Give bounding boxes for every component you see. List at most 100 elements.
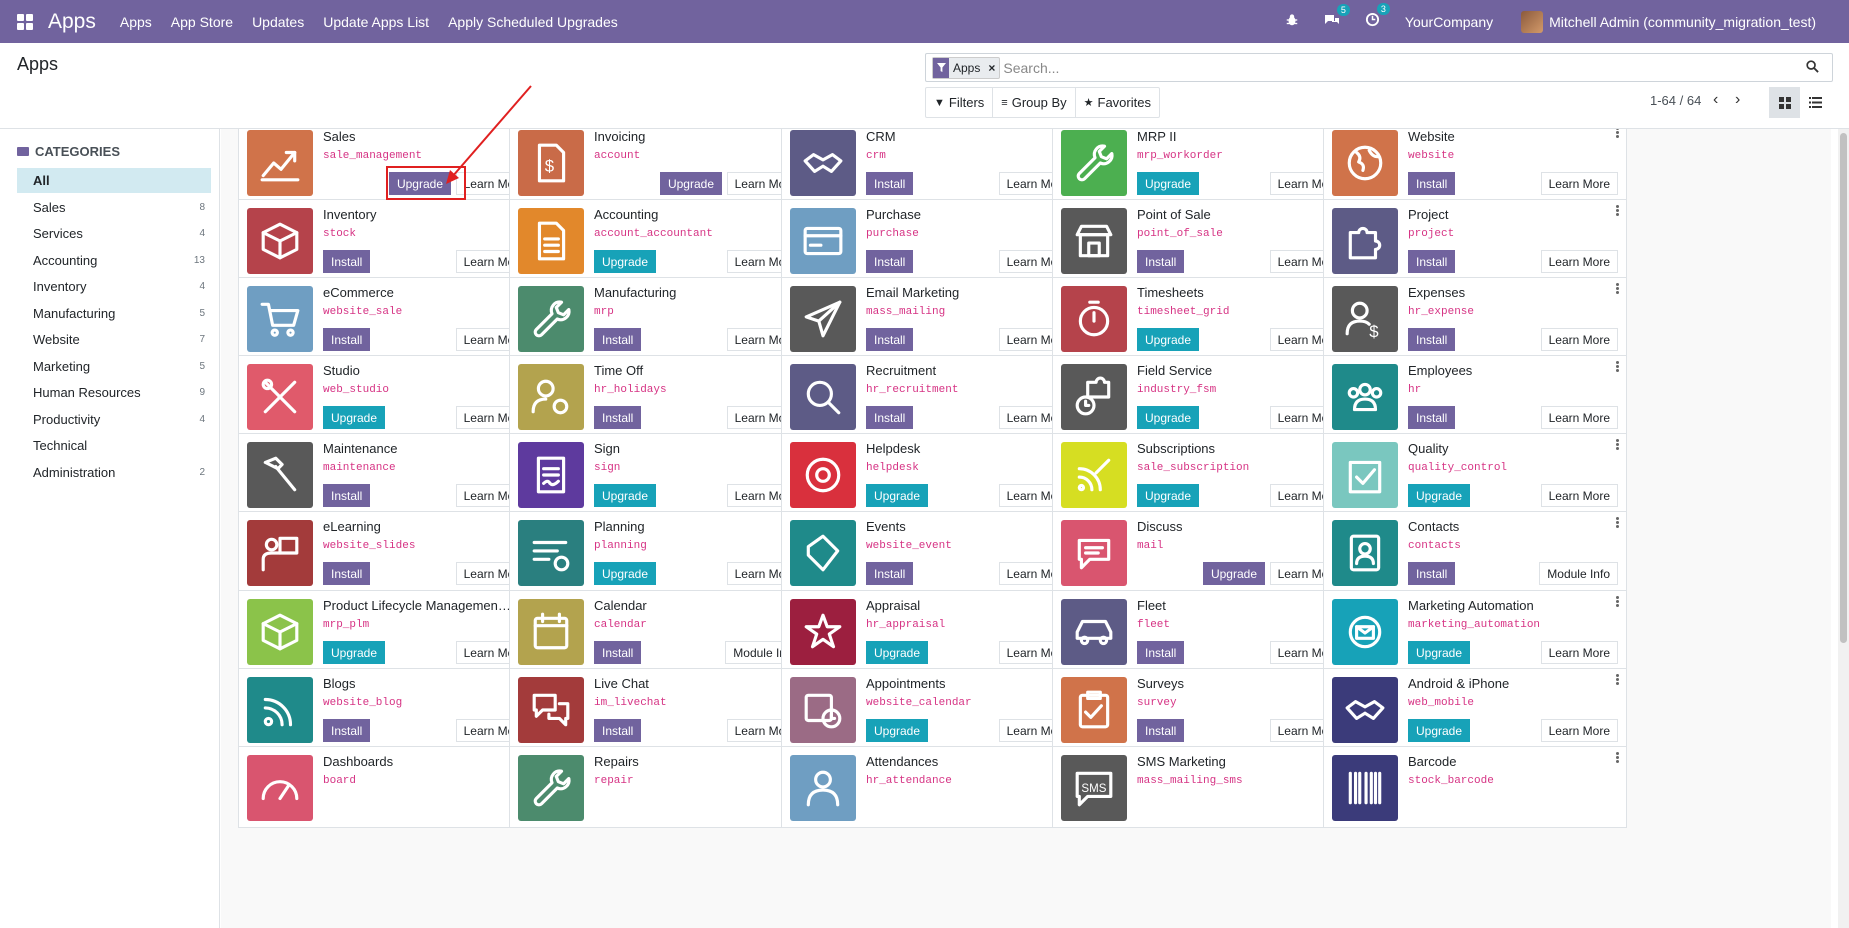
- app-card[interactable]: SMS SMS Marketing mass_mailing_sms: [1052, 746, 1356, 828]
- app-card[interactable]: $ Expenses hr_expense Install Learn More: [1323, 277, 1627, 359]
- kebab-menu-icon[interactable]: [1614, 752, 1620, 764]
- learn-more-button[interactable]: Learn More: [1540, 328, 1618, 351]
- scrollbar[interactable]: [1838, 129, 1849, 928]
- install-button[interactable]: Install: [323, 484, 371, 507]
- app-card[interactable]: MRP II mrp_workorder Upgrade Learn More: [1052, 129, 1356, 203]
- install-button[interactable]: Install: [1137, 250, 1185, 273]
- app-card[interactable]: Discuss mail Upgrade Learn More: [1052, 511, 1356, 593]
- install-button[interactable]: Install: [1137, 641, 1185, 664]
- app-card[interactable]: Employees hr Install Learn More: [1323, 355, 1627, 437]
- category-item[interactable]: Sales 8: [17, 195, 211, 220]
- menu-apply-scheduled-upgrades[interactable]: Apply Scheduled Upgrades: [448, 14, 618, 30]
- app-card[interactable]: eCommerce website_sale Install Learn More: [238, 277, 542, 359]
- install-button[interactable]: Install: [323, 250, 371, 273]
- app-card[interactable]: Point of Sale point_of_sale Install Learn M…: [1052, 199, 1356, 281]
- menu-app-store[interactable]: App Store: [171, 14, 233, 30]
- app-card[interactable]: Fleet fleet Install Learn More: [1052, 590, 1356, 672]
- upgrade-button[interactable]: Upgrade: [1137, 172, 1200, 195]
- learn-more-button[interactable]: Learn More: [1540, 406, 1618, 429]
- install-button[interactable]: Install: [866, 250, 914, 273]
- install-button[interactable]: Install: [323, 328, 371, 351]
- search-input[interactable]: [1003, 59, 1806, 76]
- app-card[interactable]: Quality quality_control Upgrade Learn More: [1323, 433, 1627, 515]
- upgrade-button[interactable]: Upgrade: [323, 641, 386, 664]
- category-item[interactable]: Productivity 4: [17, 407, 211, 432]
- app-card[interactable]: Timesheets timesheet_grid Upgrade Learn Mor…: [1052, 277, 1356, 359]
- scrollbar-thumb[interactable]: [1840, 133, 1847, 643]
- filters-button[interactable]: ▼ Filters: [926, 88, 994, 117]
- app-card[interactable]: Appraisal hr_appraisal Upgrade Learn More: [781, 590, 1085, 672]
- app-card[interactable]: Studio web_studio Upgrade Learn More: [238, 355, 542, 437]
- install-button[interactable]: Install: [594, 328, 642, 351]
- app-switcher-icon[interactable]: [17, 13, 33, 30]
- activity-clock-icon[interactable]: 3: [1365, 3, 1390, 31]
- app-card[interactable]: Contacts contacts Install Module Info: [1323, 511, 1627, 593]
- category-item[interactable]: Manufacturing 5: [17, 301, 211, 326]
- kebab-menu-icon[interactable]: [1614, 205, 1620, 217]
- menu-apps[interactable]: Apps: [120, 14, 152, 30]
- app-card[interactable]: Events website_event Install Learn More: [781, 511, 1085, 593]
- debug-bug-icon[interactable]: [1285, 13, 1299, 31]
- user-menu[interactable]: Mitchell Admin (community_migration_test…: [1549, 14, 1816, 30]
- app-card[interactable]: Time Off hr_holidays Install Learn More: [509, 355, 813, 437]
- app-card[interactable]: Sign sign Upgrade Learn More: [509, 433, 813, 515]
- module-info-button[interactable]: Module Info: [1539, 562, 1618, 585]
- app-card[interactable]: Purchase purchase Install Learn More: [781, 199, 1085, 281]
- app-card[interactable]: Subscriptions sale_subscription Upgrade Lea…: [1052, 433, 1356, 515]
- category-item[interactable]: Human Resources 9: [17, 380, 211, 405]
- install-button[interactable]: Install: [1408, 562, 1456, 585]
- pager-next-icon[interactable]: ›: [1735, 91, 1740, 109]
- app-card[interactable]: Android & iPhone web_mobile Upgrade Learn M…: [1323, 668, 1627, 750]
- messaging-chat-icon[interactable]: 5: [1324, 3, 1350, 31]
- install-button[interactable]: Install: [1408, 328, 1456, 351]
- upgrade-button[interactable]: Upgrade: [1137, 484, 1200, 507]
- app-card[interactable]: eLearning website_slides Install Learn More: [238, 511, 542, 593]
- category-item[interactable]: Inventory 4: [17, 274, 211, 299]
- app-card[interactable]: Recruitment hr_recruitment Install Learn Mo…: [781, 355, 1085, 437]
- install-button[interactable]: Install: [594, 641, 642, 664]
- kebab-menu-icon[interactable]: [1614, 129, 1620, 139]
- upgrade-button[interactable]: Upgrade: [1408, 484, 1471, 507]
- app-card[interactable]: Barcode stock_barcode: [1323, 746, 1627, 828]
- category-item[interactable]: Services 4: [17, 221, 211, 246]
- upgrade-button[interactable]: Upgrade: [594, 562, 657, 585]
- favorites-button[interactable]: ★ Favorites: [1076, 88, 1159, 117]
- list-view-icon[interactable]: [1800, 87, 1831, 118]
- group-by-button[interactable]: ≡ Group By: [993, 88, 1076, 117]
- app-card[interactable]: Planning planning Upgrade Learn More: [509, 511, 813, 593]
- upgrade-button[interactable]: Upgrade: [1408, 641, 1471, 664]
- install-button[interactable]: Install: [323, 719, 371, 742]
- app-card[interactable]: Accounting account_accountant Upgrade Learn…: [509, 199, 813, 281]
- menu-updates[interactable]: Updates: [252, 14, 304, 30]
- install-button[interactable]: Install: [866, 406, 914, 429]
- search-icon[interactable]: [1806, 59, 1824, 76]
- company-switcher[interactable]: YourCompany: [1405, 14, 1493, 30]
- app-card[interactable]: Surveys survey Install Learn More: [1052, 668, 1356, 750]
- menu-update-apps-list[interactable]: Update Apps List: [323, 14, 429, 30]
- install-button[interactable]: Install: [594, 719, 642, 742]
- app-card[interactable]: Manufacturing mrp Install Learn More: [509, 277, 813, 359]
- kebab-menu-icon[interactable]: [1614, 283, 1620, 295]
- upgrade-button[interactable]: Upgrade: [866, 719, 929, 742]
- app-card[interactable]: Inventory stock Install Learn More: [238, 199, 542, 281]
- learn-more-button[interactable]: Learn More: [1540, 484, 1618, 507]
- upgrade-button[interactable]: Upgrade: [866, 484, 929, 507]
- upgrade-button[interactable]: Upgrade: [1137, 328, 1200, 351]
- app-card[interactable]: Field Service industry_fsm Upgrade Learn Mo…: [1052, 355, 1356, 437]
- app-card[interactable]: Dashboards board: [238, 746, 542, 828]
- user-avatar[interactable]: [1521, 10, 1544, 33]
- kebab-menu-icon[interactable]: [1614, 361, 1620, 373]
- install-button[interactable]: Install: [1408, 250, 1456, 273]
- app-card[interactable]: Website website Install Learn More: [1323, 129, 1627, 203]
- app-card[interactable]: Calendar calendar Install Module Info: [509, 590, 813, 672]
- app-card[interactable]: Product Lifecycle Managemen… mrp_plm Upgra…: [238, 590, 542, 672]
- category-item[interactable]: Website 7: [17, 327, 211, 352]
- upgrade-button[interactable]: Upgrade: [1137, 406, 1200, 429]
- category-item[interactable]: Marketing 5: [17, 354, 211, 379]
- app-card[interactable]: Marketing Automation marketing_automation…: [1323, 590, 1627, 672]
- install-button[interactable]: Install: [1408, 172, 1456, 195]
- app-card[interactable]: Attendances hr_attendance: [781, 746, 1085, 828]
- app-card[interactable]: Project project Install Learn More: [1323, 199, 1627, 281]
- upgrade-button[interactable]: Upgrade: [323, 406, 386, 429]
- app-card[interactable]: Email Marketing mass_mailing Install Learn …: [781, 277, 1085, 359]
